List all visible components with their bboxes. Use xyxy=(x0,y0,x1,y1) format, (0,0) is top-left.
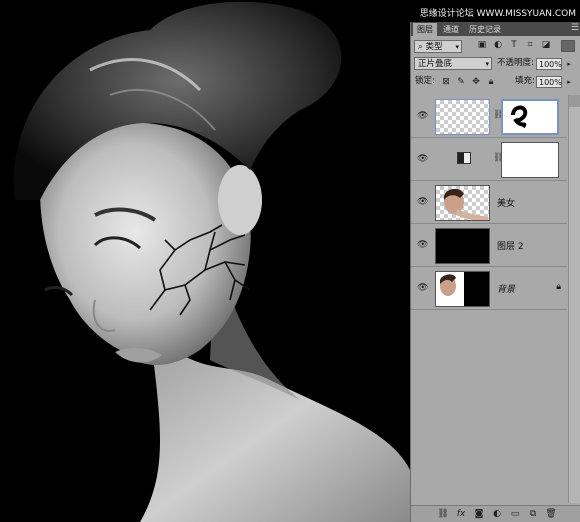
search-icon: ⌕ xyxy=(418,42,423,52)
layers-bottom-toolbar: ⛓︎ fx ◙ ◐ ▭ ⧉ 🗑︎ xyxy=(411,505,580,522)
watermark-text: 思缘设计论坛 WWW.MISSYUAN.COM xyxy=(419,9,576,19)
eye-icon[interactable]: 👁︎ xyxy=(417,111,428,121)
delete-layer-icon[interactable]: 🗑︎ xyxy=(545,508,557,520)
layer-thumbnail xyxy=(435,271,490,307)
new-adjustment-layer-icon[interactable]: ◐ xyxy=(491,508,503,520)
layer-row-background[interactable]: 👁︎ 背景 🔒︎ xyxy=(411,267,567,310)
eye-icon[interactable]: 👁︎ xyxy=(417,197,428,207)
layer-mask-thumbnail[interactable] xyxy=(501,142,559,178)
layer-name: 美女 xyxy=(497,199,516,209)
opacity-slider-arrow-icon[interactable]: ▸ xyxy=(564,59,574,69)
opacity-label: 不透明度: xyxy=(497,58,534,68)
eye-icon[interactable]: 👁︎ xyxy=(417,154,428,164)
document-canvas[interactable] xyxy=(0,0,410,522)
eye-icon[interactable]: 👁︎ xyxy=(417,240,428,250)
layer-list-scrollbar[interactable] xyxy=(568,95,580,503)
opacity-input[interactable]: 100% xyxy=(536,58,562,70)
layer-row-crack[interactable]: 👁︎ ⛓︎ xyxy=(411,95,567,138)
eye-icon[interactable]: 👁︎ xyxy=(417,283,428,293)
filter-row: ⌕ 类型 ▾ ▣ ◐ T ⌗ ◪ xyxy=(411,40,580,54)
tab-history[interactable]: 历史记录 xyxy=(465,23,505,36)
woman-thumbnail-image xyxy=(444,188,489,220)
layer-name: 图层 2 xyxy=(497,242,524,252)
layer-thumbnail xyxy=(435,99,490,135)
portrait-photo xyxy=(0,0,410,522)
blend-mode-dropdown[interactable]: 正片叠底 ▾ xyxy=(414,57,492,70)
background-thumbnail-image xyxy=(436,272,464,306)
shape-filter-icon[interactable]: ⌗ xyxy=(525,40,535,50)
layers-panel: 图层 通道 历史记录 ☰ ⌕ 类型 ▾ ▣ ◐ T ⌗ ◪ 正片叠底 ▾ 不透明… xyxy=(410,22,580,522)
blend-mode-value: 正片叠底 xyxy=(418,59,453,69)
tab-layers[interactable]: 图层 xyxy=(413,23,437,36)
type-filter-icon[interactable]: T xyxy=(509,40,519,50)
lock-icon: 🔒︎ xyxy=(556,282,561,292)
lock-pixels-icon[interactable]: ✎ xyxy=(456,77,466,87)
fill-label: 填充: xyxy=(515,76,535,86)
adjustment-icon xyxy=(457,152,471,164)
lock-label: 锁定: xyxy=(415,76,435,86)
lock-all-icon[interactable]: 🔒︎ xyxy=(486,77,496,87)
layer-list: 👁︎ ⛓︎ 👁︎ ⛓︎ 👁︎ 美女 👁︎ 图层 2 👁︎ 背景 🔒︎ xyxy=(411,95,567,503)
fill-slider-arrow-icon[interactable]: ▸ xyxy=(564,77,574,87)
layer-thumbnail xyxy=(435,185,490,221)
layer-mask-thumbnail[interactable] xyxy=(501,99,559,135)
tab-channels[interactable]: 通道 xyxy=(439,23,463,36)
chevron-down-icon: ▾ xyxy=(485,60,489,68)
filter-toggle-switch[interactable] xyxy=(561,40,575,52)
layer-style-icon[interactable]: fx xyxy=(455,508,467,520)
adjustment-filter-icon[interactable]: ◐ xyxy=(493,40,503,50)
blend-row: 正片叠底 ▾ 不透明度: 100% ▸ xyxy=(411,57,580,71)
layer-row-adjustment[interactable]: 👁︎ ⛓︎ xyxy=(411,138,567,181)
new-group-icon[interactable]: ▭ xyxy=(509,508,521,520)
smart-object-filter-icon[interactable]: ◪ xyxy=(541,40,551,50)
panel-tab-bar: 图层 通道 历史记录 ☰ xyxy=(411,22,580,36)
mask-shape xyxy=(511,105,528,129)
scroll-up-button[interactable] xyxy=(569,95,580,107)
layer-name: 背景 xyxy=(497,285,516,295)
lock-position-icon[interactable]: ✥ xyxy=(471,77,481,87)
lock-row: 锁定: ⊠ ✎ ✥ 🔒︎ 填充: 100% ▸ xyxy=(411,75,580,89)
chevron-down-icon: ▾ xyxy=(455,43,459,51)
pixel-filter-icon[interactable]: ▣ xyxy=(477,40,487,50)
lock-transparent-icon[interactable]: ⊠ xyxy=(441,77,451,87)
fill-input[interactable]: 100% xyxy=(536,76,562,88)
add-mask-icon[interactable]: ◙ xyxy=(473,508,485,520)
layer-thumbnail xyxy=(435,228,490,264)
layer-row-beauty[interactable]: 👁︎ 美女 xyxy=(411,181,567,224)
panel-menu-icon[interactable]: ☰ xyxy=(571,22,579,35)
link-layers-icon[interactable]: ⛓︎ xyxy=(437,508,449,520)
filter-kind-dropdown[interactable]: ⌕ 类型 ▾ xyxy=(414,40,462,53)
filter-kind-label: 类型 xyxy=(425,42,443,52)
layer-row-layer2[interactable]: 👁︎ 图层 2 xyxy=(411,224,567,267)
new-layer-icon[interactable]: ⧉ xyxy=(527,508,539,520)
